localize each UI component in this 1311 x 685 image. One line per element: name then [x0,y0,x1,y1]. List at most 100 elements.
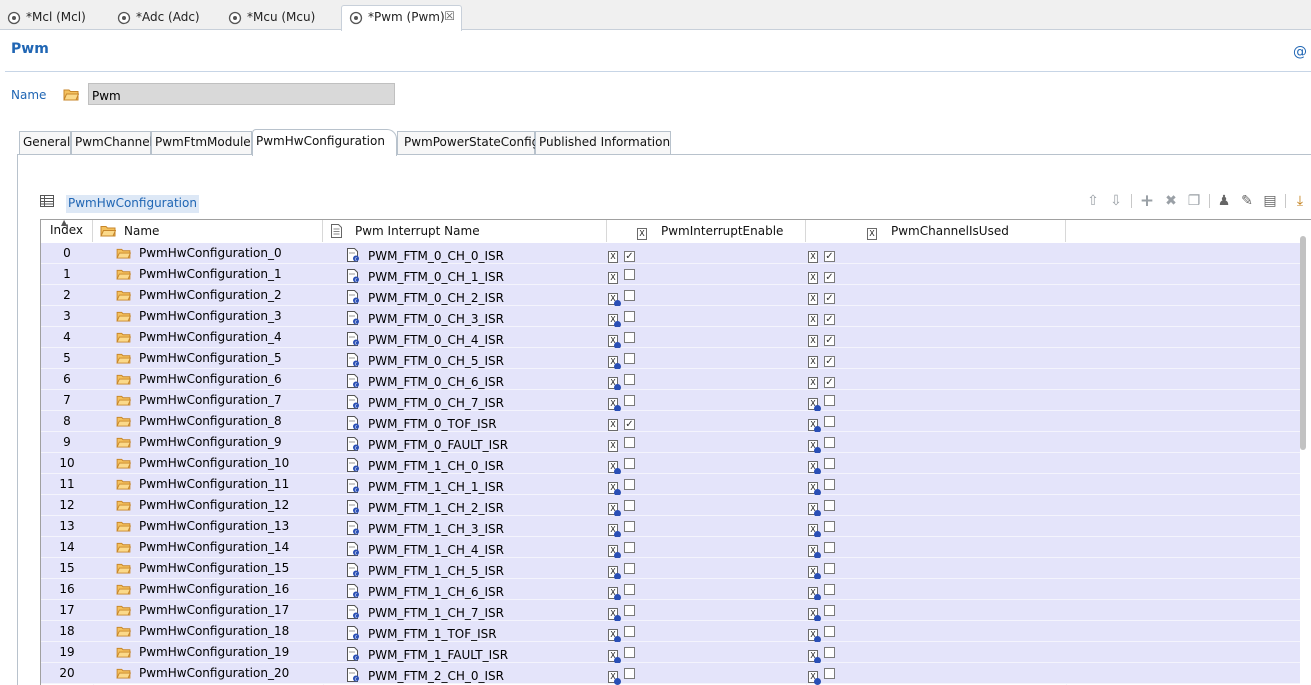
row-name-cell[interactable]: PwmHwConfiguration_2 [116,285,282,306]
row-name-cell[interactable]: PwmHwConfiguration_11 [116,474,289,495]
channel-used-checkbox[interactable] [824,626,835,637]
interrupt-enable-checkbox[interactable]: ✓ [624,419,635,430]
channel-used-checkbox[interactable] [824,584,835,595]
edit-icon[interactable]: ✎ [1238,192,1256,210]
column-header-pwm-interrupt-enable[interactable]: X PwmInterruptEnable [607,220,806,242]
row-isr-cell[interactable]: c PWM_FTM_0_TOF_ISR [347,411,497,432]
channel-used-checkbox[interactable]: ✓ [824,251,835,262]
interrupt-enable-checkbox[interactable] [624,332,635,343]
row-isr-cell[interactable]: c PWM_FTM_1_TOF_ISR [347,621,497,642]
move-down-icon[interactable]: ⇩ [1107,192,1125,210]
interrupt-enable-checkbox[interactable] [624,521,635,532]
table-row[interactable]: 10 PwmHwConfiguration_10 c PWM_FTM_1_CH_0_I… [41,453,1300,475]
channel-used-checkbox[interactable] [824,437,835,448]
channel-used-checkbox[interactable] [824,542,835,553]
row-isr-cell[interactable]: c PWM_FTM_1_CH_1_ISR [347,474,504,495]
interrupt-enable-checkbox[interactable] [624,437,635,448]
row-name-cell[interactable]: PwmHwConfiguration_19 [116,642,289,663]
add-icon[interactable]: + [1138,192,1156,210]
editor-tab-mcu[interactable]: *Mcu (Mcu) [221,6,341,30]
interrupt-enable-checkbox[interactable] [624,584,635,595]
row-isr-cell[interactable]: c PWM_FTM_0_FAULT_ISR [347,432,508,453]
channel-used-checkbox[interactable]: ✓ [824,272,835,283]
interrupt-enable-checkbox[interactable] [624,374,635,385]
editor-tab-pwm[interactable]: *Pwm (Pwm) ☒ [341,5,462,31]
export-icon[interactable]: ⤓ [1291,192,1309,210]
row-name-cell[interactable]: PwmHwConfiguration_15 [116,558,289,579]
channel-used-checkbox[interactable] [824,395,835,406]
row-name-cell[interactable]: PwmHwConfiguration_6 [116,369,282,390]
table-row[interactable]: 9 PwmHwConfiguration_9 c PWM_FTM_0_FAULT_IS… [41,432,1300,454]
table-row[interactable]: 0 PwmHwConfiguration_0 c PWM_FTM_0_CH_0_ISR… [41,243,1300,264]
column-header-index[interactable]: ▲ Index [41,220,93,242]
column-header-pwm-channel-is-used[interactable]: X PwmChannelIsUsed [806,220,1066,242]
channel-used-checkbox[interactable]: ✓ [824,293,835,304]
interrupt-enable-checkbox[interactable] [624,458,635,469]
row-name-cell[interactable]: PwmHwConfiguration_7 [116,390,282,411]
channel-used-checkbox[interactable] [824,668,835,679]
row-isr-cell[interactable]: c PWM_FTM_2_CH_0_ISR [347,663,504,684]
copy-icon[interactable]: ❐ [1185,192,1203,210]
row-name-cell[interactable]: PwmHwConfiguration_10 [116,453,289,474]
table-row[interactable]: 20 PwmHwConfiguration_20 c PWM_FTM_2_CH_0_I… [41,663,1300,685]
table-row[interactable]: 5 PwmHwConfiguration_5 c PWM_FTM_0_CH_5_ISR… [41,348,1300,370]
row-name-cell[interactable]: PwmHwConfiguration_18 [116,621,289,642]
row-name-cell[interactable]: PwmHwConfiguration_20 [116,663,289,684]
table-row[interactable]: 1 PwmHwConfiguration_1 c PWM_FTM_0_CH_1_ISR… [41,264,1300,285]
interrupt-enable-checkbox[interactable] [624,353,635,364]
row-name-cell[interactable]: PwmHwConfiguration_3 [116,306,282,327]
row-isr-cell[interactable]: c PWM_FTM_1_CH_4_ISR [347,537,504,558]
row-name-cell[interactable]: PwmHwConfiguration_8 [116,411,282,432]
column-header-pwm-interrupt-name[interactable]: Pwm Interrupt Name [323,220,607,242]
interrupt-enable-checkbox[interactable] [624,290,635,301]
tab-published-information[interactable]: Published Information [535,131,671,154]
row-isr-cell[interactable]: c PWM_FTM_1_CH_7_ISR [347,600,504,621]
channel-used-checkbox[interactable] [824,416,835,427]
editor-tab-adc[interactable]: *Adc (Adc) [110,6,221,30]
interrupt-enable-checkbox[interactable] [624,542,635,553]
editor-tab-mcl[interactable]: *Mcl (Mcl) [0,6,110,30]
row-name-cell[interactable]: PwmHwConfiguration_5 [116,348,282,369]
table-row[interactable]: 7 PwmHwConfiguration_7 c PWM_FTM_0_CH_7_ISR… [41,390,1300,412]
channel-used-checkbox[interactable] [824,500,835,511]
row-name-cell[interactable]: PwmHwConfiguration_13 [116,516,289,537]
row-isr-cell[interactable]: c PWM_FTM_0_CH_3_ISR [347,306,504,327]
row-isr-cell[interactable]: c PWM_FTM_0_CH_0_ISR [347,243,504,264]
channel-used-checkbox[interactable]: ✓ [824,356,835,367]
interrupt-enable-checkbox[interactable] [624,647,635,658]
table-row[interactable]: 2 PwmHwConfiguration_2 c PWM_FTM_0_CH_2_ISR… [41,285,1300,307]
row-name-cell[interactable]: PwmHwConfiguration_14 [116,537,289,558]
row-isr-cell[interactable]: c PWM_FTM_0_CH_6_ISR [347,369,504,390]
interrupt-enable-checkbox[interactable] [624,395,635,406]
row-isr-cell[interactable]: c PWM_FTM_1_CH_5_ISR [347,558,504,579]
table-row[interactable]: 11 PwmHwConfiguration_11 c PWM_FTM_1_CH_1_I… [41,474,1300,496]
row-isr-cell[interactable]: c PWM_FTM_0_CH_2_ISR [347,285,504,306]
table-row[interactable]: 6 PwmHwConfiguration_6 c PWM_FTM_0_CH_6_ISR… [41,369,1300,391]
row-name-cell[interactable]: PwmHwConfiguration_17 [116,600,289,621]
name-input[interactable] [88,83,395,105]
table-row[interactable]: 8 PwmHwConfiguration_8 c PWM_FTM_0_TOF_ISR X… [41,411,1300,433]
row-isr-cell[interactable]: c PWM_FTM_1_CH_2_ISR [347,495,504,516]
interrupt-enable-checkbox[interactable] [624,668,635,679]
row-isr-cell[interactable]: c PWM_FTM_1_FAULT_ISR [347,642,508,663]
help-link[interactable]: @ [1293,44,1307,60]
move-up-icon[interactable]: ⇧ [1084,192,1102,210]
table-row[interactable]: 13 PwmHwConfiguration_13 c PWM_FTM_1_CH_3_I… [41,516,1300,538]
channel-used-checkbox[interactable]: ✓ [824,377,835,388]
interrupt-enable-checkbox[interactable] [624,500,635,511]
row-name-cell[interactable]: PwmHwConfiguration_16 [116,579,289,600]
table-row[interactable]: 16 PwmHwConfiguration_16 c PWM_FTM_1_CH_6_I… [41,579,1300,601]
table-row[interactable]: 12 PwmHwConfiguration_12 c PWM_FTM_1_CH_2_I… [41,495,1300,517]
table-row[interactable]: 18 PwmHwConfiguration_18 c PWM_FTM_1_TOF_IS… [41,621,1300,643]
tab-pwm-channel[interactable]: PwmChannel [71,131,153,154]
channel-used-checkbox[interactable] [824,458,835,469]
row-isr-cell[interactable]: c PWM_FTM_1_CH_0_ISR [347,453,504,474]
interrupt-enable-checkbox[interactable] [624,269,635,280]
table-row[interactable]: 14 PwmHwConfiguration_14 c PWM_FTM_1_CH_4_I… [41,537,1300,559]
channel-used-checkbox[interactable]: ✓ [824,335,835,346]
tab-pwm-power-state-config[interactable]: PwmPowerStateConfig [397,131,539,154]
row-name-cell[interactable]: PwmHwConfiguration_1 [116,264,282,285]
row-isr-cell[interactable]: c PWM_FTM_0_CH_7_ISR [347,390,504,411]
channel-used-checkbox[interactable] [824,521,835,532]
row-isr-cell[interactable]: c PWM_FTM_0_CH_1_ISR [347,264,504,285]
